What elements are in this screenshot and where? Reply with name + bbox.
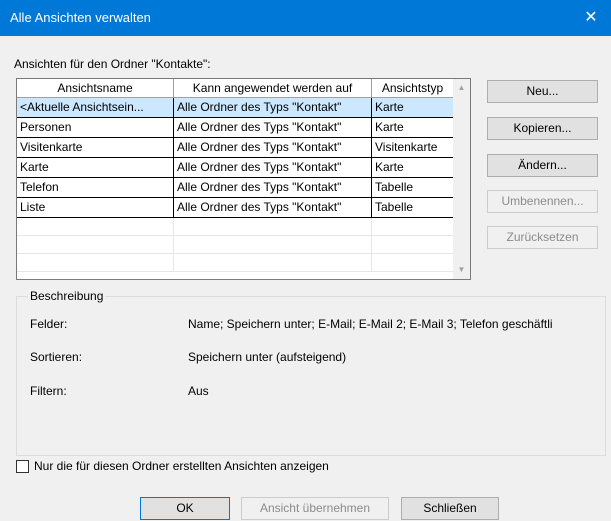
scroll-up-arrow-icon[interactable]: ▲ [453,83,470,92]
sort-value: Speichern unter (aufsteigend) [188,350,347,364]
cell-applies-to: Alle Ordner des Typs "Kontakt" [174,158,372,178]
cell-view-name: Liste [17,198,174,218]
fields-label: Felder: [30,317,68,331]
window-title: Alle Ansichten verwalten [10,10,151,25]
empty-row [17,218,454,236]
cell-view-type: Karte [372,158,454,178]
table-row[interactable]: <Aktuelle Ansichtsein... Alle Ordner des… [17,98,454,118]
cell-view-name: Personen [17,118,174,138]
table-row[interactable]: Visitenkarte Alle Ordner des Typs "Konta… [17,138,454,158]
modify-button[interactable]: Ändern... [487,154,598,177]
close-icon[interactable]: ✕ [571,0,611,36]
fields-value: Name; Speichern unter; E-Mail; E-Mail 2;… [188,317,553,331]
filter-label: Filtern: [30,384,67,398]
cell-view-type: Tabelle [372,178,454,198]
table-row[interactable]: Personen Alle Ordner des Typs "Kontakt" … [17,118,454,138]
cell-view-type: Tabelle [372,198,454,218]
reset-button[interactable]: Zurücksetzen [487,226,598,249]
description-title: Beschreibung [28,289,106,303]
table-row[interactable]: Telefon Alle Ordner des Typs "Kontakt" T… [17,178,454,198]
cell-view-type: Karte [372,118,454,138]
table-row[interactable]: Karte Alle Ordner des Typs "Kontakt" Kar… [17,158,454,178]
cell-view-name: Telefon [17,178,174,198]
cell-view-name: Karte [17,158,174,178]
cell-view-name: Visitenkarte [17,138,174,158]
new-button[interactable]: Neu... [487,80,598,103]
cell-view-type: Karte [372,98,454,118]
column-header-view-name[interactable]: Ansichtsname [17,79,174,98]
folder-views-only-label[interactable]: Nur die für diesen Ordner erstellten Ans… [34,459,329,473]
filter-value: Aus [188,384,209,398]
column-header-view-type[interactable]: Ansichtstyp [372,79,454,98]
cell-applies-to: Alle Ordner des Typs "Kontakt" [174,178,372,198]
close-button[interactable]: Schließen [401,497,499,520]
column-header-applies-to[interactable]: Kann angewendet werden auf [174,79,372,98]
apply-view-button[interactable]: Ansicht übernehmen [241,497,389,520]
views-list-label: Ansichten für den Ordner "Kontakte": [14,57,211,71]
cell-applies-to: Alle Ordner des Typs "Kontakt" [174,98,372,118]
vertical-scrollbar[interactable]: ▲ ▼ [453,79,470,279]
cell-applies-to: Alle Ordner des Typs "Kontakt" [174,138,372,158]
views-list[interactable]: Ansichtsname Kann angewendet werden auf … [16,78,471,280]
folder-views-only-checkbox[interactable] [16,460,29,473]
scroll-down-arrow-icon[interactable]: ▼ [453,265,470,274]
table-row[interactable]: Liste Alle Ordner des Typs "Kontakt" Tab… [17,198,454,218]
empty-row [17,254,454,272]
empty-row [17,236,454,254]
sort-label: Sortieren: [30,350,83,364]
rename-button[interactable]: Umbenennen... [487,190,598,213]
cell-applies-to: Alle Ordner des Typs "Kontakt" [174,198,372,218]
cell-view-name: <Aktuelle Ansichtsein... [17,98,174,118]
cell-view-type: Visitenkarte [372,138,454,158]
title-bar: Alle Ansichten verwalten ✕ [0,0,611,36]
ok-button[interactable]: OK [140,497,230,520]
copy-button[interactable]: Kopieren... [487,117,598,140]
cell-applies-to: Alle Ordner des Typs "Kontakt" [174,118,372,138]
